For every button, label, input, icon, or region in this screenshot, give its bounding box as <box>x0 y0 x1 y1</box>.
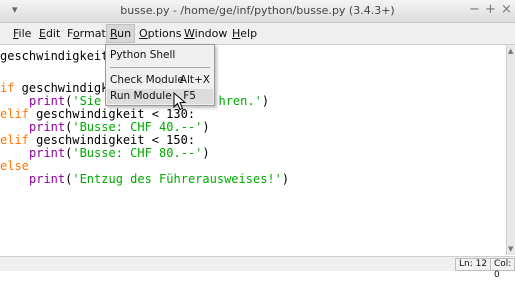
title-bar: ▾ busse.py - /home/ge/inf/python/busse.p… <box>0 0 515 23</box>
mouse-pointer-icon <box>173 92 187 111</box>
menu-separator <box>110 67 210 68</box>
code-line-9: else <box>0 159 29 173</box>
menu-window[interactable]: Window <box>181 26 230 41</box>
close-icon[interactable]: × <box>501 2 512 17</box>
run-menu-dropdown: Python Shell Check Module Alt+X Run Modu… <box>105 44 215 106</box>
code-editor[interactable]: geschwindigkeit if geschwindigk print('S… <box>0 45 506 255</box>
menu-options[interactable]: Options <box>136 26 184 41</box>
status-bar: Ln: 12 Col: 0 <box>0 256 515 280</box>
check-module-menu-item[interactable]: Check Module Alt+X <box>107 73 213 88</box>
line-number-status: Ln: 12 <box>455 258 492 271</box>
code-line-1: geschwindigkeit <box>0 49 109 63</box>
menu-run[interactable]: Run <box>106 24 136 43</box>
maximize-icon[interactable]: + <box>485 2 496 17</box>
run-module-menu-item[interactable]: Run Module F5 <box>107 89 213 104</box>
menu-file[interactable]: File <box>10 26 34 41</box>
menu-format[interactable]: Format <box>64 26 109 41</box>
menu-bar: File Edit Format Run Options Window Help <box>0 23 515 45</box>
scroll-down-icon[interactable]: ▼ <box>508 245 513 253</box>
vertical-scrollbar[interactable]: ▲ ▼ <box>506 45 515 255</box>
menu-edit[interactable]: Edit <box>36 26 63 41</box>
window-title: busse.py - /home/ge/inf/python/busse.py … <box>120 4 395 17</box>
python-shell-menu-item[interactable]: Python Shell <box>107 48 213 63</box>
code-line-8: print('Busse: CHF 80.--') <box>29 146 210 160</box>
menu-help[interactable]: Help <box>229 26 260 41</box>
code-line-10: print('Entzug des Führerausweises!') <box>29 172 290 186</box>
column-number-status: Col: 0 <box>490 258 515 280</box>
minimize-icon[interactable]: − <box>469 2 480 17</box>
scroll-up-icon[interactable]: ▲ <box>508 47 513 55</box>
